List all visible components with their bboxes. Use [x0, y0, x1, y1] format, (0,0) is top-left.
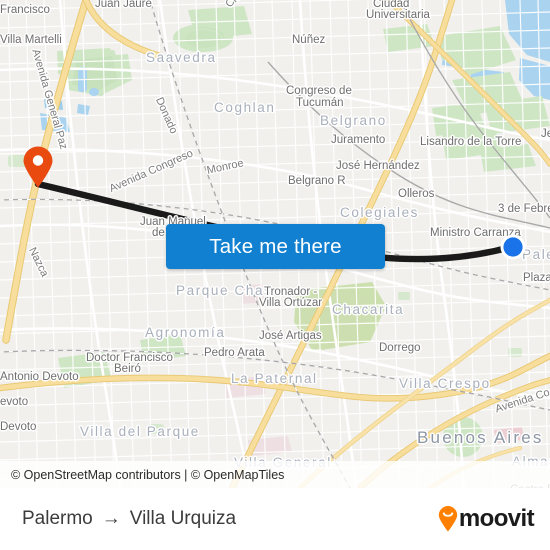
footer-bar: Palermo → Villa Urquiza moovit — [0, 488, 550, 550]
map-canvas[interactable]: Villa MartelliSaavedraCrisólogo Larralde… — [0, 0, 550, 488]
moovit-logo[interactable]: moovit — [438, 505, 535, 533]
moovit-pin-icon — [438, 506, 458, 532]
origin-pin-icon[interactable] — [22, 146, 54, 188]
route-summary: Palermo → Villa Urquiza — [22, 508, 236, 530]
route-origin-label: Palermo — [22, 508, 93, 529]
take-me-there-button[interactable]: Take me there — [166, 224, 385, 269]
route-destination-label: Villa Urquiza — [129, 508, 237, 529]
arrow-right-icon: → — [101, 508, 121, 529]
moovit-route-screen: Villa MartelliSaavedraCrisólogo Larralde… — [0, 0, 550, 550]
attribution-text[interactable]: © OpenStreetMap contributors | © OpenMap… — [0, 468, 284, 482]
map-attribution: © OpenStreetMap contributors | © OpenMap… — [0, 461, 550, 488]
moovit-wordmark: moovit — [458, 505, 535, 532]
destination-dot-icon[interactable] — [498, 232, 528, 262]
